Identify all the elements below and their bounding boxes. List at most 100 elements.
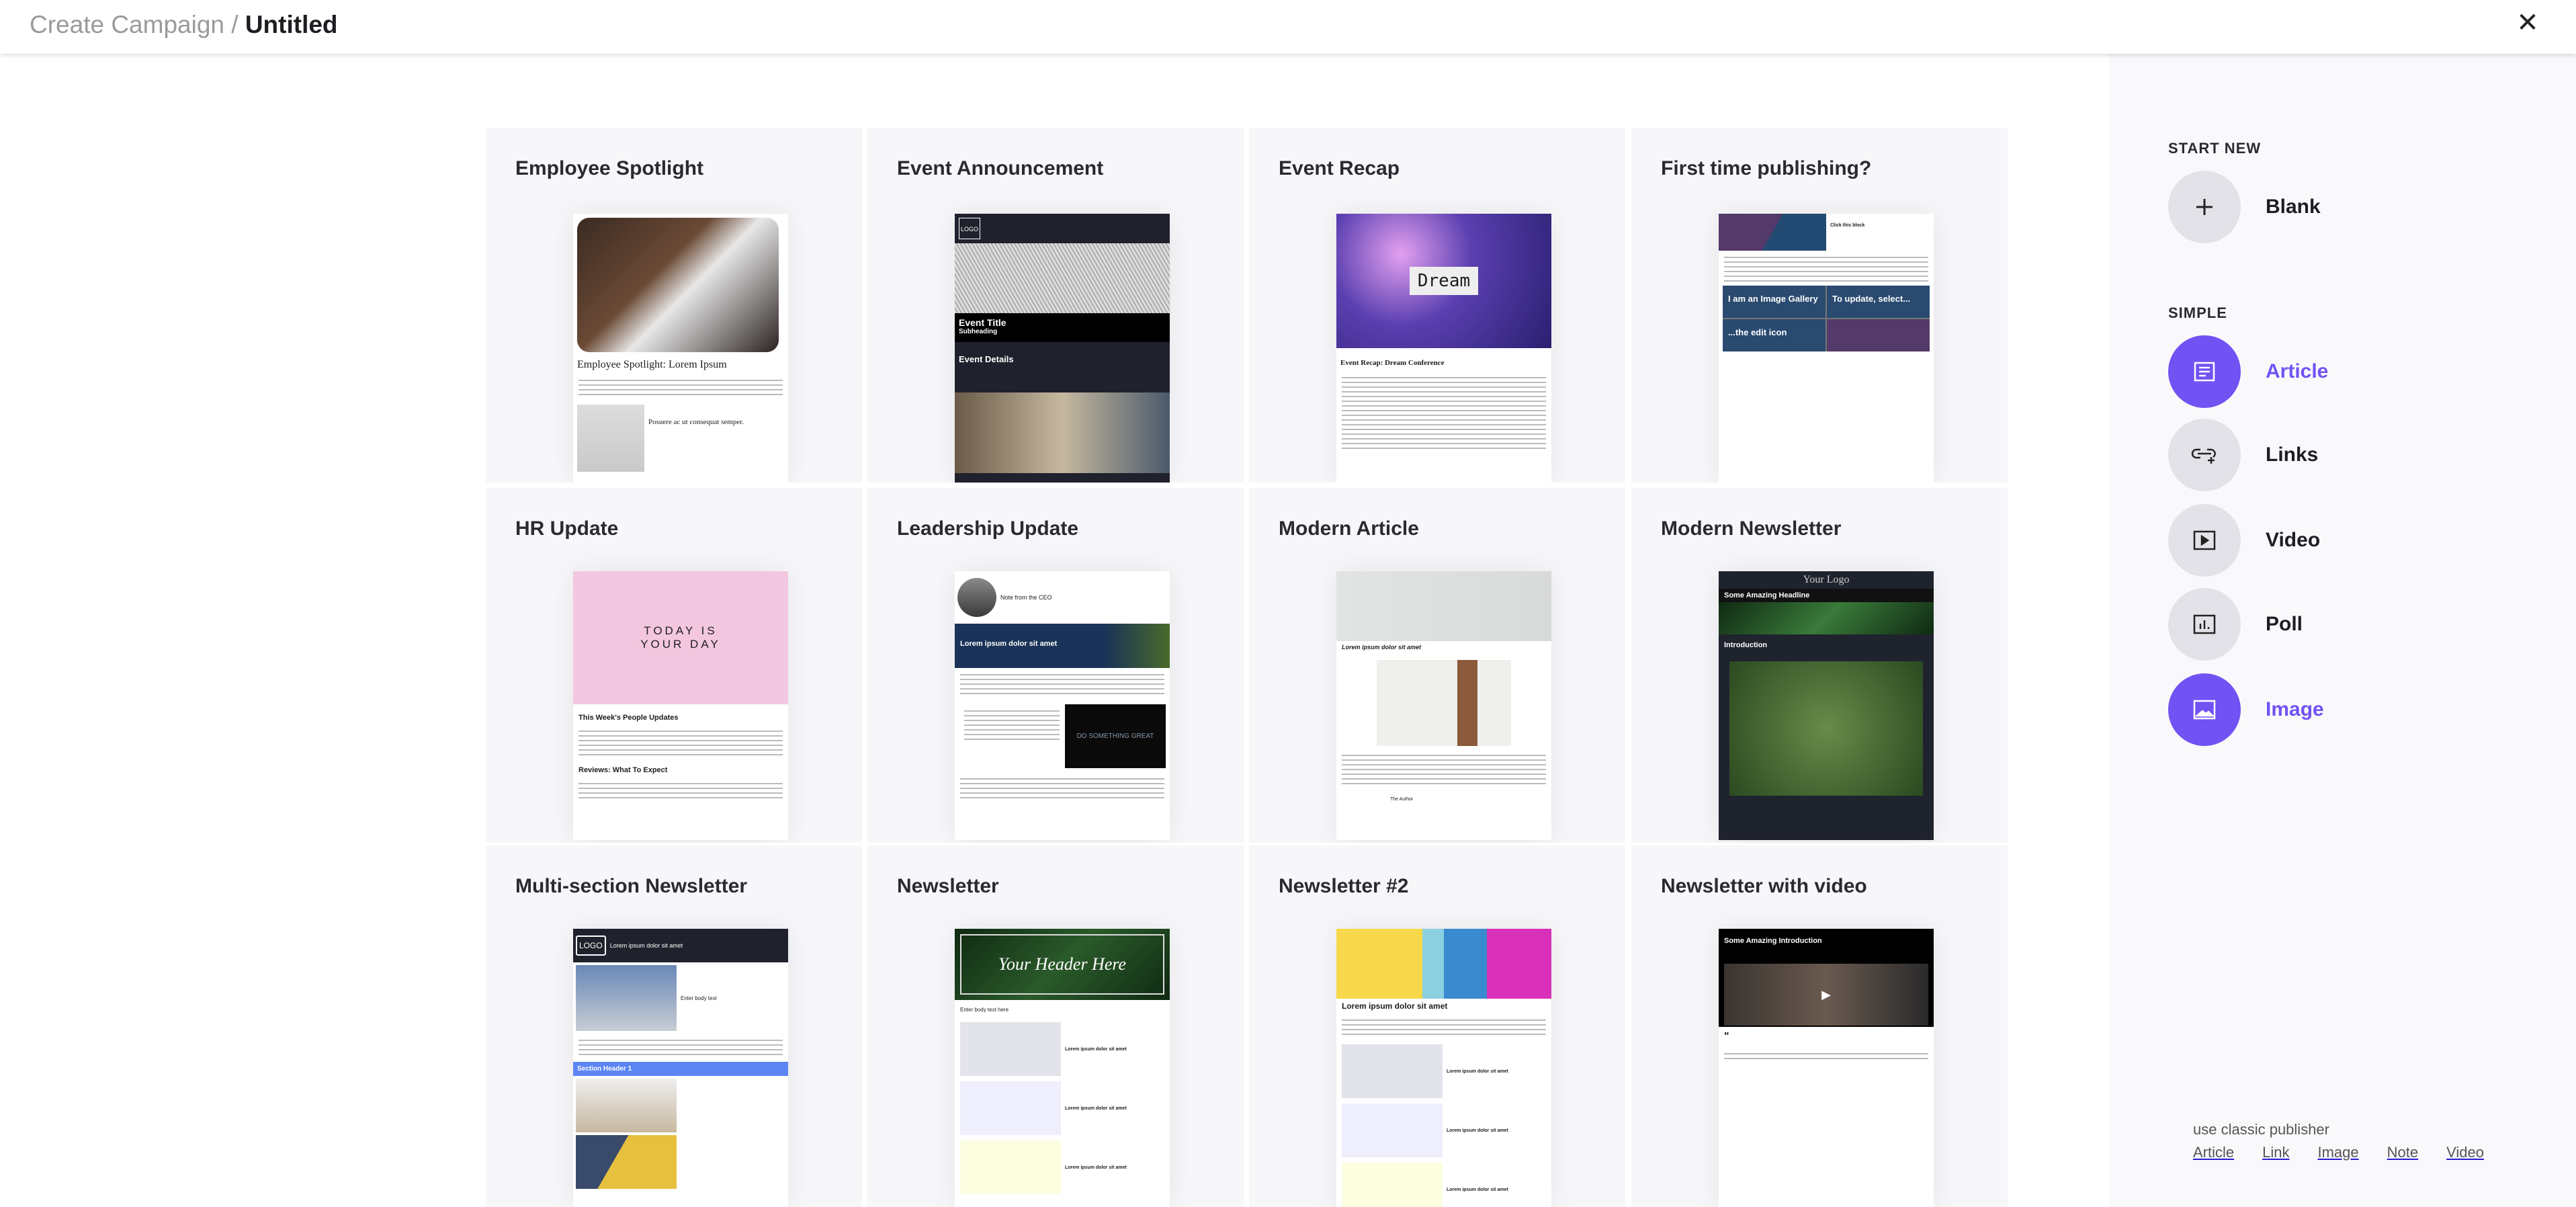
- classic-link-link[interactable]: Link: [2262, 1144, 2289, 1161]
- template-gallery: Employee Spotlight Employee Spotlight: L…: [0, 54, 2109, 1207]
- thumbnail: LOGO Lorem ipsum dolor sit amet Enter bod…: [573, 929, 788, 1207]
- thumbnail: Your Header Here Enter body text here Lo…: [955, 929, 1170, 1207]
- thumbnail: TODAY IS YOUR DAY This Week's People Upd…: [573, 571, 788, 840]
- laptop-image: [1342, 1104, 1443, 1157]
- text-lines: [578, 781, 783, 801]
- text-lines: [1342, 375, 1546, 449]
- thumbnail-heading: Lorem ipsum dolor sit amet: [955, 624, 1170, 668]
- breadcrumb-parent[interactable]: Create Campaign /: [30, 11, 239, 38]
- card-title: Modern Article: [1279, 517, 1419, 540]
- trophy-image: [577, 405, 644, 472]
- thumbnail-subheading: Subheading: [959, 328, 998, 335]
- item-title: Lorem ipsum dolor sit amet: [1447, 1128, 1508, 1133]
- thumbnail: Note from the CEO Lorem ipsum dolor sit …: [955, 571, 1170, 840]
- text-lines: [1724, 1051, 1928, 1062]
- template-card-event-recap[interactable]: Event Recap Dream Event Recap: Dream Con…: [1249, 128, 1625, 483]
- note-label: Note from the CEO: [1000, 594, 1052, 601]
- item-title: Lorem ipsum dolor sit amet: [1065, 1106, 1127, 1111]
- thumbnail-heading: Click this block: [1830, 223, 1865, 228]
- text-lines: [578, 729, 783, 755]
- thumbnail-heading: Some Amazing Headline: [1719, 589, 1934, 602]
- classic-note-link[interactable]: Note: [2387, 1144, 2418, 1161]
- header-image: Your Header Here: [960, 934, 1164, 995]
- classic-publisher-label: use classic publisher: [2193, 1121, 2329, 1138]
- text-lines: [960, 672, 1164, 696]
- article-option[interactable]: Article: [2168, 335, 2328, 408]
- template-card-modern-article[interactable]: Modern Article Lorem ipsum dolor sit ame…: [1249, 488, 1625, 843]
- template-card-leadership-update[interactable]: Leadership Update Note from the CEO Lore…: [867, 488, 1244, 843]
- ceo-avatar: [957, 578, 996, 617]
- gallery-tile: I am an Image Gallery: [1723, 286, 1826, 318]
- option-label: Poll: [2266, 613, 2303, 635]
- template-card-multi-section-newsletter[interactable]: Multi-section Newsletter LOGO Lorem ipsum…: [486, 845, 862, 1207]
- template-card-event-announcement[interactable]: Event Announcement LOGO Event Title Subhe…: [867, 128, 1244, 483]
- video-option[interactable]: Video: [2168, 504, 2320, 577]
- links-option[interactable]: Links: [2168, 419, 2318, 491]
- template-card-first-time-publishing[interactable]: First time publishing? Click this block …: [1631, 128, 2008, 483]
- start-new-heading: START NEW: [2168, 140, 2262, 157]
- gallery-tile: [1827, 319, 1930, 351]
- page-title: Untitled: [245, 11, 338, 38]
- breadcrumb: Create Campaign / Untitled: [30, 11, 338, 39]
- author-label: The Author: [1390, 797, 1414, 802]
- template-card-newsletter-2[interactable]: Newsletter #2 Lorem ipsum dolor sit amet…: [1249, 845, 1625, 1207]
- poll-icon: [2168, 588, 2241, 661]
- cactus-image: [1377, 660, 1511, 746]
- card-title: Leadership Update: [897, 517, 1079, 540]
- option-label: Video: [2266, 529, 2321, 551]
- event-details: Event Details: [959, 354, 1014, 364]
- text-lines: [964, 708, 1060, 742]
- logo: LOGO: [576, 935, 606, 956]
- body-text: Enter body text here: [960, 1007, 1009, 1013]
- logo: Your Logo: [1803, 574, 1850, 585]
- item-title: Lorem ipsum dolor sit amet: [1447, 1187, 1508, 1192]
- video-play-icon[interactable]: ▶: [1724, 964, 1928, 1026]
- thumbnail-heading: Lorem ipsum dolor sit amet: [1342, 1001, 1448, 1011]
- card-title: Multi-section Newsletter: [515, 875, 748, 897]
- card-title: Modern Newsletter: [1661, 517, 1842, 540]
- clouds-image: [576, 965, 677, 1031]
- text-lines: [960, 776, 1164, 800]
- close-icon[interactable]: ✕: [2514, 9, 2541, 36]
- classic-video-link[interactable]: Video: [2446, 1144, 2484, 1161]
- image-option[interactable]: Image: [2168, 673, 2324, 746]
- classic-image-link[interactable]: Image: [2317, 1144, 2358, 1161]
- template-card-employee-spotlight[interactable]: Employee Spotlight Employee Spotlight: L…: [486, 128, 862, 483]
- gallery-tile: To update, select...: [1827, 286, 1930, 318]
- color-stripes-image: [1336, 929, 1551, 999]
- classic-article-link[interactable]: Article: [2193, 1144, 2234, 1161]
- card-title: HR Update: [515, 517, 619, 540]
- illustration-image: [960, 1140, 1061, 1194]
- pink-image: TODAY IS YOUR DAY: [573, 571, 788, 704]
- dream-image: Dream: [1409, 267, 1479, 295]
- tree-image: [1729, 661, 1923, 796]
- card-title: Event Recap: [1279, 157, 1400, 179]
- text-lines: [1342, 753, 1546, 785]
- template-card-newsletter-with-video[interactable]: Newsletter with video Some Amazing Intro…: [1631, 845, 2008, 1207]
- thumbnail-subheading: Introduction: [1724, 641, 1768, 649]
- logo-image: [1719, 214, 1826, 251]
- thumbnail: Employee Spotlight: Lorem Ipsum Posuere …: [573, 214, 788, 483]
- plus-icon: [2168, 171, 2241, 243]
- option-label: Links: [2266, 444, 2319, 466]
- thumbnail-subheading: Reviews: What To Expect: [578, 766, 668, 774]
- card-title: Employee Spotlight: [515, 157, 704, 179]
- blank-option[interactable]: Blank: [2168, 171, 2321, 243]
- thumbnail-subheading: Posuere ac ut consequat semper.: [648, 418, 744, 426]
- thumbnail-heading: Some Amazing Introduction: [1719, 929, 1934, 948]
- text-lines: [578, 1038, 783, 1058]
- office-image: [576, 1079, 677, 1132]
- template-card-hr-update[interactable]: HR Update TODAY IS YOUR DAY This Week's …: [486, 488, 862, 843]
- template-card-modern-newsletter[interactable]: Modern Newsletter Your Logo Some Amazing…: [1631, 488, 2008, 843]
- thumbnail-heading: This Week's People Updates: [578, 714, 679, 722]
- illustration-image: [1342, 1163, 1443, 1207]
- text-lines: [1724, 255, 1928, 282]
- thumbnail: Some Amazing Introduction ▶ ": [1719, 929, 1934, 1207]
- poll-option[interactable]: Poll: [2168, 588, 2303, 661]
- card-title: Newsletter: [897, 875, 999, 897]
- thumbnail-heading: Lorem ipsum dolor sit amet: [609, 942, 683, 949]
- gallery-tile: ...the edit icon: [1723, 319, 1826, 351]
- template-card-newsletter[interactable]: Newsletter Your Header Here Enter body t…: [867, 845, 1244, 1207]
- video-image: [955, 392, 1170, 473]
- placeholder-image: [1342, 1044, 1443, 1098]
